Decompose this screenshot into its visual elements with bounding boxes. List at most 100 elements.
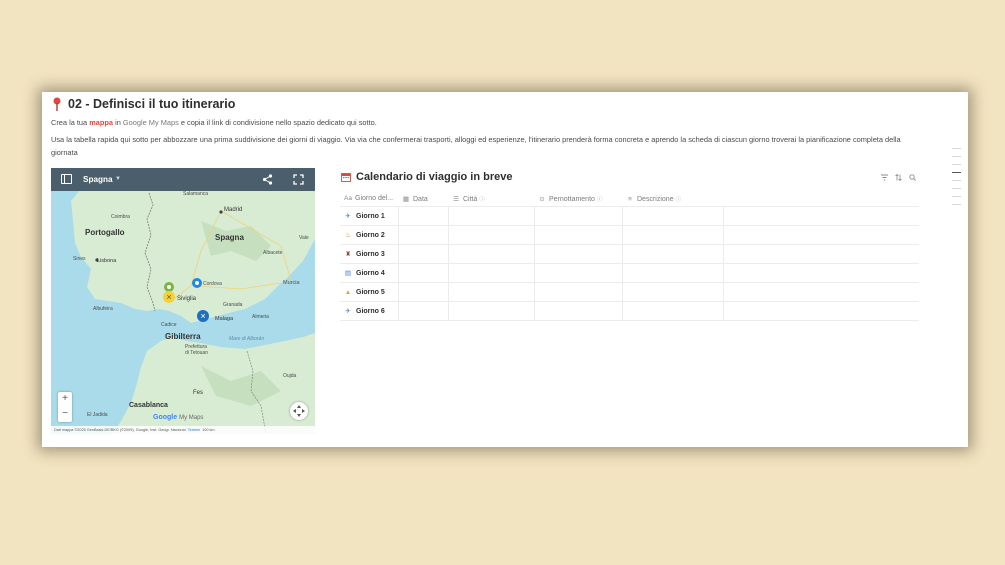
fullscreen-icon[interactable] (293, 174, 304, 185)
column-header-descrizione[interactable]: ≡ Descrizione ⓘ (622, 191, 723, 207)
map-label-cadice: Cadice (161, 322, 177, 328)
mappa-highlight: mappa (89, 118, 114, 127)
recenter-icon[interactable] (290, 402, 308, 420)
lodging-cell[interactable] (533, 225, 622, 245)
beach-icon: ▲ (344, 288, 352, 296)
date-cell[interactable] (397, 244, 448, 264)
city-cell[interactable] (447, 225, 534, 245)
map-embed[interactable]: ✕ ✕ Spagna ▼ Salamanca Madrid Coimbra Po… (51, 168, 315, 434)
share-icon[interactable] (262, 174, 273, 185)
day-cell[interactable]: ▤ Giorno 4 (340, 263, 398, 283)
info-icon: ⓘ (596, 196, 603, 203)
date-cell[interactable] (397, 225, 448, 245)
castle-icon: ♜ (345, 251, 351, 258)
day-cell[interactable]: ▲ Giorno 5 (340, 282, 398, 302)
train-icon: ▤ (344, 270, 352, 277)
date-cell[interactable] (397, 282, 448, 302)
map-label-spagna: Spagna (215, 233, 244, 242)
zoom-in-button[interactable]: + (58, 392, 72, 407)
airplane-icon: ✈ (345, 213, 351, 220)
map-label-malaga: Malaga (215, 316, 234, 322)
city-cell[interactable] (447, 301, 534, 321)
day-cell[interactable]: ♨ Giorno 2 (340, 225, 398, 245)
table-row[interactable]: ▲ Giorno 5 (340, 282, 919, 302)
intro-line: Crea la tua mappa in Google My Maps e co… (51, 118, 377, 127)
city-cell[interactable] (447, 244, 534, 264)
svg-text:✕: ✕ (166, 295, 172, 302)
day-cell[interactable]: ♜ Giorno 3 (340, 244, 398, 264)
text-lines-property-icon: ≡ (628, 195, 632, 203)
multiselect-property-icon: ☰ (453, 195, 459, 203)
map-label-valencia: Vale (299, 235, 309, 241)
marker-siviglia-green[interactable] (164, 282, 174, 292)
table-row[interactable]: ♨ Giorno 2 (340, 225, 919, 245)
description-cell[interactable] (621, 206, 723, 226)
city-cell[interactable] (447, 206, 534, 226)
city-cell[interactable] (447, 282, 534, 302)
zoom-out-button[interactable]: − (58, 407, 72, 422)
map-label-casablanca: Casablanca (129, 402, 168, 409)
section-heading: 02 - Definisci il tuo itinerario (52, 97, 235, 111)
map-title[interactable]: Spagna (83, 175, 113, 184)
city-cell[interactable] (447, 263, 534, 283)
instructions-paragraph: Usa la tabella rapida qui sotto per abbo… (51, 135, 901, 157)
filter-icon[interactable] (881, 174, 888, 181)
date-property-icon: ▦ (402, 195, 410, 203)
day-cell[interactable]: ✈ Giorno 6 (340, 301, 398, 321)
column-header-citta[interactable]: ☰ Città ⓘ (448, 191, 534, 207)
calendar-heading: Calendario di viaggio in breve (341, 171, 512, 183)
table-row[interactable]: ♜ Giorno 3 (340, 244, 919, 264)
description-cell[interactable] (621, 244, 723, 264)
map-scale: 100 km (202, 428, 215, 432)
sidebar-toggle-icon[interactable] (61, 174, 72, 184)
terms-link[interactable]: Termini (188, 428, 200, 432)
map-label-coimbra: Coimbra (111, 214, 130, 220)
map-label-almeria: Almeria (252, 314, 269, 320)
day-cell[interactable]: ✈ Giorno 1 (340, 206, 398, 226)
map-label-madrid: Madrid (224, 207, 243, 213)
map-label-siviglia: Siviglia (177, 296, 197, 302)
calendar-title: Calendario di viaggio in breve (356, 171, 513, 183)
table-row[interactable]: ✈ Giorno 1 (340, 206, 919, 226)
lodging-cell[interactable] (533, 301, 622, 321)
column-header-empty (723, 191, 919, 207)
map-label-sines: Sines (73, 256, 86, 262)
search-icon[interactable] (909, 174, 916, 181)
lodging-cell[interactable] (533, 263, 622, 283)
google-my-maps-logo: Google My Maps (153, 414, 204, 421)
pushpin-icon (53, 97, 61, 111)
marker-siviglia-yellow[interactable]: ✕ (163, 291, 175, 303)
marker-cordova-blue[interactable] (192, 278, 202, 288)
marker-malaga-blue[interactable]: ✕ (197, 310, 209, 322)
lodging-cell[interactable] (533, 206, 622, 226)
date-cell[interactable] (397, 301, 448, 321)
info-icon: ⓘ (479, 196, 485, 203)
description-cell[interactable] (621, 301, 723, 321)
text-property-icon: Aa (344, 195, 352, 202)
map-toolbar: Spagna ▼ (51, 168, 315, 191)
table-row[interactable]: ▤ Giorno 4 (340, 263, 919, 283)
description-cell[interactable] (621, 263, 723, 283)
calendar-icon (341, 173, 351, 182)
column-header-data[interactable]: ▦ Data (398, 191, 448, 207)
outline-scroll-markers[interactable] (952, 148, 961, 212)
lodging-cell[interactable] (533, 282, 622, 302)
chevron-down-icon[interactable]: ▼ (115, 176, 121, 182)
map-label-mare: Mare di Alborán (229, 336, 265, 342)
lodging-cell[interactable] (533, 244, 622, 264)
table-header-row: Aa Giorno del... ▦ Data ☰ Città ⓘ ⊙ Pernottam… (340, 191, 919, 207)
sort-icon[interactable] (895, 174, 902, 181)
calendar-table: Aa Giorno del... ▦ Data ☰ Città ⓘ ⊙ Pernottam… (340, 191, 919, 321)
map-label-portogallo: Portogallo (85, 228, 125, 237)
date-cell[interactable] (397, 206, 448, 226)
zoom-controls: + − (58, 392, 72, 422)
column-header-pernottamento[interactable]: ⊙ Pernottamento ⓘ (534, 191, 622, 207)
column-header-giorno[interactable]: Aa Giorno del... (340, 191, 398, 207)
map-label-fes: Fes (193, 390, 204, 396)
description-cell[interactable] (621, 225, 723, 245)
table-row[interactable]: ✈ Giorno 6 (340, 301, 919, 321)
map-label-oujda: Oujda (283, 373, 297, 379)
description-cell[interactable] (621, 282, 723, 302)
date-cell[interactable] (397, 263, 448, 283)
google-my-maps-link[interactable]: Google My Maps (123, 118, 179, 127)
